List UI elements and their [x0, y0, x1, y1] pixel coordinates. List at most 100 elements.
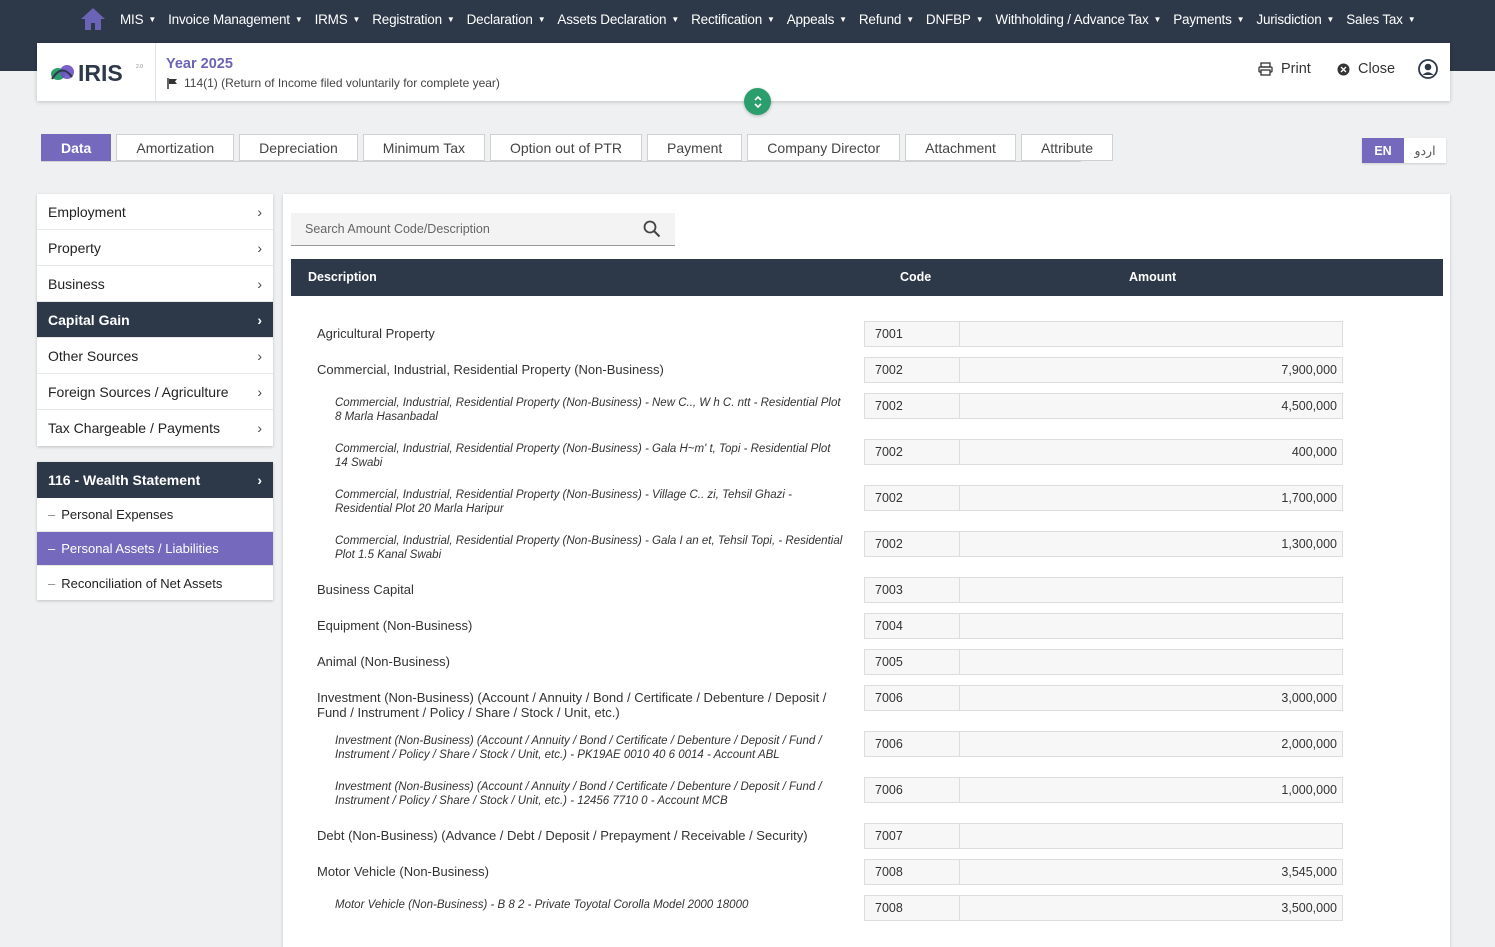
menu-item-label: Payments [1173, 11, 1232, 27]
close-label: Close [1358, 61, 1396, 77]
tab-amortization[interactable]: Amortization [116, 134, 235, 161]
amount-field[interactable]: 3,500,000 [959, 895, 1343, 921]
wealth-statement-header[interactable]: 116 - Wealth Statement › [37, 462, 273, 498]
wealth-item-personal-expenses[interactable]: – Personal Expenses [37, 498, 273, 532]
dash-icon: – [48, 507, 56, 522]
print-button[interactable]: Print [1258, 61, 1311, 77]
sidebar-item-business[interactable]: Business › [37, 266, 273, 302]
row-description: Investment (Non-Business) (Account / Ann… [335, 735, 822, 761]
code-field: 7002 [864, 357, 960, 383]
dash-icon: – [48, 575, 56, 591]
amount-field[interactable]: 7,900,000 [959, 357, 1343, 383]
menu-item-appeals[interactable]: Appeals ▼ [787, 12, 847, 27]
menu-item-label: Declaration [466, 11, 533, 27]
sidebar-item-employment[interactable]: Employment › [37, 194, 273, 230]
caret-down-icon: ▼ [352, 14, 361, 24]
amount-field[interactable]: 1,000,000 [959, 777, 1343, 803]
menu-item-invoice-management[interactable]: Invoice Management ▼ [168, 12, 303, 27]
sidebar-item-other-sources[interactable]: Other Sources › [37, 338, 273, 374]
tab-minimum-tax[interactable]: Minimum Tax [362, 134, 485, 161]
printer-icon [1258, 62, 1273, 76]
amount-field[interactable] [959, 577, 1343, 603]
collapse-toggle[interactable] [744, 88, 771, 115]
menu-item-label: Assets Declaration [557, 11, 667, 27]
sidebar-item-foreign-sources-agriculture[interactable]: Foreign Sources / Agriculture › [37, 374, 273, 410]
chevron-right-icon: › [257, 472, 262, 488]
amount-field[interactable] [959, 613, 1343, 639]
menu-item-jurisdiction[interactable]: Jurisdiction ▼ [1256, 12, 1334, 27]
tab-option-out-of-ptr[interactable]: Option out of PTR [489, 134, 643, 161]
caret-down-icon: ▼ [294, 14, 303, 24]
svg-text:2.0: 2.0 [136, 64, 143, 70]
menu-item-label: Rectification [691, 11, 763, 27]
table-row: Motor Vehicle (Non-Business) - B 8 2 - P… [283, 895, 1450, 937]
row-description: Business Capital [317, 582, 414, 597]
amount-field[interactable]: 1,300,000 [959, 531, 1343, 557]
wealth-item-reconciliation-of-net-assets[interactable]: – Reconciliation of Net Assets [37, 566, 273, 600]
menu-item-withholding-advance-tax[interactable]: Withholding / Advance Tax ▼ [995, 12, 1161, 27]
sidebar-item-label: Other Sources [48, 347, 139, 364]
wealth-statement-items: – Personal Expenses – Personal Assets / Lia… [37, 498, 273, 600]
search-input[interactable] [305, 222, 643, 236]
menu-item-rectification[interactable]: Rectification ▼ [691, 12, 775, 27]
sidebar-item-label: Employment [48, 203, 126, 220]
menu-item-registration[interactable]: Registration ▼ [372, 12, 455, 27]
print-label: Print [1281, 61, 1311, 77]
amount-field[interactable]: 400,000 [959, 439, 1343, 465]
menu-item-irms[interactable]: IRMS ▼ [315, 12, 361, 27]
user-icon[interactable] [1418, 59, 1438, 82]
tab-bar: Data Amortization Depreciation Minimum Tax O… [41, 134, 1118, 161]
wealth-item-personal-assets-liabilities[interactable]: – Personal Assets / Liabilities [37, 532, 273, 566]
tab-payment[interactable]: Payment [647, 134, 743, 161]
expand-collapse-icon [753, 95, 762, 108]
column-header-amount: Amount [1129, 270, 1177, 284]
code-field: 7006 [864, 685, 960, 711]
menu-item-mis[interactable]: MIS ▼ [120, 12, 156, 27]
sidebar-item-label: Capital Gain [48, 311, 130, 328]
row-description: Agricultural Property [317, 326, 435, 341]
tax-year: Year 2025 [166, 56, 233, 72]
amount-field[interactable]: 2,000,000 [959, 731, 1343, 757]
menu-item-payments[interactable]: Payments ▼ [1173, 12, 1244, 27]
menu-item-refund[interactable]: Refund ▼ [859, 12, 914, 27]
language-switch: EN اردو [1362, 138, 1446, 163]
amount-field[interactable] [959, 321, 1343, 347]
code-field: 7002 [864, 393, 960, 419]
chevron-right-icon: › [257, 420, 262, 436]
tab-attribute[interactable]: Attribute [1020, 134, 1114, 161]
menu-item-assets-declaration[interactable]: Assets Declaration ▼ [557, 12, 679, 27]
return-type: 114(1) (Return of Income filed voluntari… [167, 76, 500, 90]
amount-field[interactable]: 3,000,000 [959, 685, 1343, 711]
code-field: 7006 [864, 777, 960, 803]
sidebar-item-capital-gain[interactable]: Capital Gain › [37, 302, 273, 338]
sidebar-item-tax-chargeable-payments[interactable]: Tax Chargeable / Payments › [37, 410, 273, 446]
amount-field[interactable] [959, 823, 1343, 849]
amount-field[interactable]: 3,545,000 [959, 859, 1343, 885]
menu-item-declaration[interactable]: Declaration ▼ [467, 12, 546, 27]
amount-field[interactable] [959, 649, 1343, 675]
menu-item-label: Appeals [786, 11, 835, 27]
close-button[interactable]: Close [1337, 61, 1395, 77]
search-icon[interactable] [643, 220, 661, 238]
tab-company-director[interactable]: Company Director [747, 134, 901, 161]
lang-en-button[interactable]: EN [1362, 138, 1404, 163]
amount-field[interactable]: 4,500,000 [959, 393, 1343, 419]
tab-attachment[interactable]: Attachment [905, 134, 1016, 161]
chevron-right-icon: › [257, 275, 262, 292]
caret-down-icon: ▼ [1153, 14, 1162, 24]
home-icon[interactable] [78, 4, 108, 34]
tab-depreciation[interactable]: Depreciation [239, 134, 358, 161]
wealth-item-label: Reconciliation of Net Assets [61, 575, 223, 591]
sidebar-item-property[interactable]: Property › [37, 230, 273, 266]
menu-item-sales-tax[interactable]: Sales Tax ▼ [1346, 12, 1415, 27]
table-body: Agricultural Property 7001 Commercial, Ind… [283, 321, 1450, 937]
row-description: Investment (Non-Business) (Account / Ann… [317, 690, 827, 720]
menu-item-dnfbp[interactable]: DNFBP ▼ [926, 12, 984, 27]
lang-ur-button[interactable]: اردو [1404, 138, 1446, 163]
row-description: Investment (Non-Business) (Account / Ann… [335, 781, 822, 807]
code-field: 7008 [864, 895, 960, 921]
code-field: 7002 [864, 439, 960, 465]
row-description: Equipment (Non-Business) [317, 618, 473, 633]
amount-field[interactable]: 1,700,000 [959, 485, 1343, 511]
tab-data[interactable]: Data [41, 134, 112, 161]
